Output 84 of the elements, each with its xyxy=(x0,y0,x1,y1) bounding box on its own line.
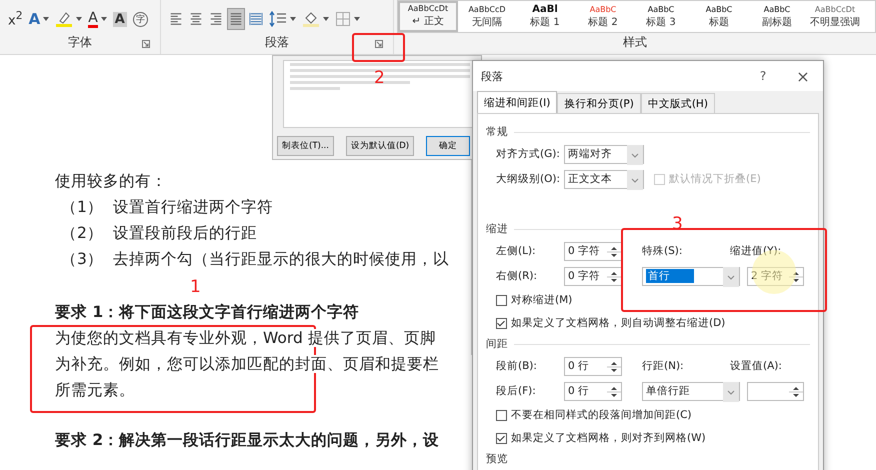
section-heading: 预览 xyxy=(486,452,508,466)
left-indent-spinner[interactable]: 0 字符 xyxy=(564,242,622,260)
annotation-number: 2 xyxy=(374,68,385,88)
text-lines-icon xyxy=(189,11,203,27)
field-label: 对齐方式(G): xyxy=(495,147,561,161)
caret-icon xyxy=(100,17,107,21)
dialog-tab[interactable]: 中文版式(H) xyxy=(640,93,715,113)
list-item-text: 设置首行缩进两个字符 xyxy=(113,197,273,218)
special-indent-dropdown[interactable]: 首行 xyxy=(642,266,740,286)
option-checkbox[interactable]: 不要在相同样式的段落间增加间距(C) xyxy=(486,405,810,425)
field-label: 行距(N): xyxy=(642,359,685,373)
caret-icon xyxy=(723,382,739,402)
style-item[interactable]: AaBbC 标题 3 xyxy=(632,1,690,32)
alignment-dropdown[interactable]: 两端对齐 xyxy=(564,144,644,164)
caret-icon xyxy=(76,17,82,21)
option-checkbox[interactable]: 对称缩进(M) xyxy=(486,290,810,310)
caret-icon xyxy=(323,17,329,21)
dialog-button[interactable]: 设为默认值(D) xyxy=(346,136,414,156)
style-item[interactable]: AaBbC 标题 2 xyxy=(574,1,632,32)
caret-icon xyxy=(723,266,739,286)
help-button[interactable]: ? xyxy=(743,61,783,91)
section-heading: 间距 xyxy=(486,337,508,351)
font-color-button[interactable]: A xyxy=(86,8,109,30)
superscript-button[interactable]: x$^{2}$ xyxy=(6,8,25,30)
caret-icon xyxy=(354,17,360,21)
right-indent-spinner[interactable]: 0 字符 xyxy=(564,266,622,286)
line-spacing-dropdown[interactable]: 单倍行距 xyxy=(642,382,740,400)
annotation-frame xyxy=(352,33,405,62)
text-lines-icon xyxy=(209,11,223,27)
requirement-heading: 要求 1：将下面这段文字首行缩进两个字符 xyxy=(55,302,360,323)
option-checkbox[interactable]: 如果定义了文档网格，则自动调整右缩进(D) xyxy=(486,313,810,333)
dialog-tab[interactable]: 换行和分页(P) xyxy=(557,93,641,113)
style-item[interactable]: AaBl 标题 1 xyxy=(516,1,574,32)
dialog-title: 段落 xyxy=(481,68,504,84)
field-label: 大纲级别(O): xyxy=(495,172,561,186)
style-item[interactable]: AaBbCcD 无间隔 xyxy=(458,1,516,32)
field-label: 段前(B): xyxy=(495,359,538,373)
dialog-tab[interactable]: 缩进和间距(I) xyxy=(477,91,558,113)
text-lines-icon xyxy=(229,11,243,27)
space-after-spinner[interactable]: 0 行 xyxy=(564,382,622,400)
field-label: 右侧(R): xyxy=(495,269,538,283)
text-lines-icon xyxy=(249,11,263,27)
field-label: 左侧(L): xyxy=(495,244,537,258)
close-button[interactable]: × xyxy=(783,61,823,91)
list-item-text: 设置段前段后的行距 xyxy=(113,223,257,244)
line-spacing-button[interactable] xyxy=(267,8,298,30)
group-label: 字体 xyxy=(68,34,92,50)
ok-button[interactable]: 确定 xyxy=(426,136,470,156)
caret-icon xyxy=(43,17,50,21)
text-lines-icon xyxy=(169,11,183,27)
option-checkbox[interactable]: 如果定义了文档网格，则对齐到网格(W) xyxy=(486,428,810,448)
line-spacing-icon xyxy=(269,11,287,27)
field-label: 设置值(A): xyxy=(730,359,783,373)
highlighter-icon xyxy=(55,10,74,28)
requirement-heading: 要求 2：解决第一段话行距显示太大的问题，另外，设 xyxy=(55,430,440,451)
field-label: 特殊(S): xyxy=(642,244,684,258)
list-number: （2） xyxy=(61,223,104,244)
caret-icon xyxy=(627,170,643,190)
caret-icon xyxy=(290,17,296,21)
dialog-launcher-icon[interactable] xyxy=(375,40,383,48)
caret-icon xyxy=(627,144,643,164)
group-label: 样式 xyxy=(623,34,647,51)
space-before-spinner[interactable]: 0 行 xyxy=(564,356,622,376)
style-item[interactable]: AaBbCcDt ↵ 正文 xyxy=(398,1,458,32)
justify-button[interactable] xyxy=(227,8,245,30)
list-number: （3） xyxy=(61,249,104,270)
section-heading: 缩进 xyxy=(486,222,508,236)
list-number: （1） xyxy=(61,197,104,218)
body-paragraph: 为使您的文档具有专业外观，Word 提供了页眉、页脚 为补充。例如，您可以添加匹配的封面、页眉和提要栏 所需元素。 xyxy=(55,328,440,401)
style-item[interactable]: AaBbCcDt 不明显强调 xyxy=(806,1,864,32)
dialog-button[interactable]: 制表位(T)... xyxy=(277,136,334,156)
field-label: 段后(F): xyxy=(495,384,537,398)
borders-icon xyxy=(335,11,351,27)
style-item[interactable]: AaBbC 标题 xyxy=(690,1,748,32)
document-text: 使用较多的有： xyxy=(55,171,168,192)
style-item[interactable]: AaBbC 副标题 xyxy=(748,1,806,32)
list-item-text: 去掉两个勾（当行距显示的很大的时候使用，以 xyxy=(113,249,449,270)
section-heading: 常规 xyxy=(486,125,508,139)
field-label: 缩进值(Y): xyxy=(730,244,782,258)
annotation-number: 1 xyxy=(190,277,201,297)
outline-level-dropdown[interactable]: 正文文本 xyxy=(564,170,644,188)
dialog-launcher-icon[interactable] xyxy=(142,40,150,48)
group-label: 段落 xyxy=(265,34,289,50)
text-effect-button[interactable]: A xyxy=(26,8,52,30)
